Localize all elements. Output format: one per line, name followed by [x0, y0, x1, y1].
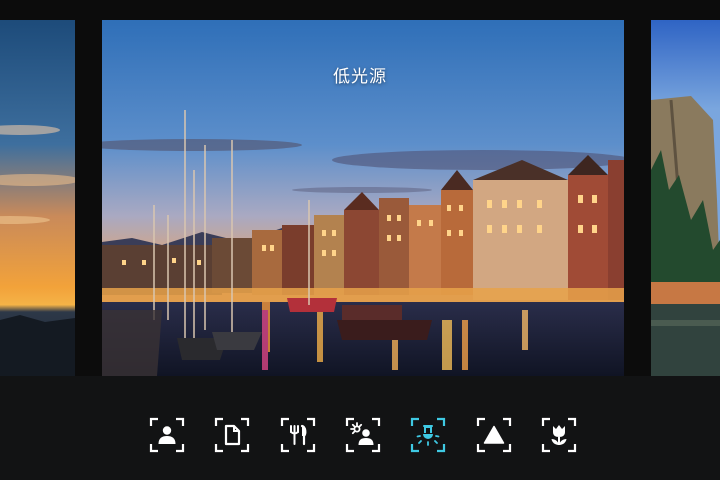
scene-carousel[interactable]: 低光源 [0, 0, 720, 376]
mode-backlight-portrait-button[interactable] [345, 417, 381, 453]
flower-icon [541, 417, 577, 453]
mode-flower-button[interactable] [541, 417, 577, 453]
mode-document-button[interactable] [214, 417, 250, 453]
mode-low-light-button[interactable] [410, 417, 446, 453]
mode-toolbar [0, 376, 720, 480]
portrait-icon [149, 417, 185, 453]
document-icon [214, 417, 250, 453]
food-icon [280, 417, 316, 453]
mode-portrait-button[interactable] [149, 417, 185, 453]
mode-title: 低光源 [333, 67, 387, 87]
mode-landscape-button[interactable] [476, 417, 512, 453]
landscape-icon [476, 417, 512, 453]
mode-food-button[interactable] [280, 417, 316, 453]
low-light-icon [410, 417, 446, 453]
backlight-portrait-icon [345, 417, 381, 453]
